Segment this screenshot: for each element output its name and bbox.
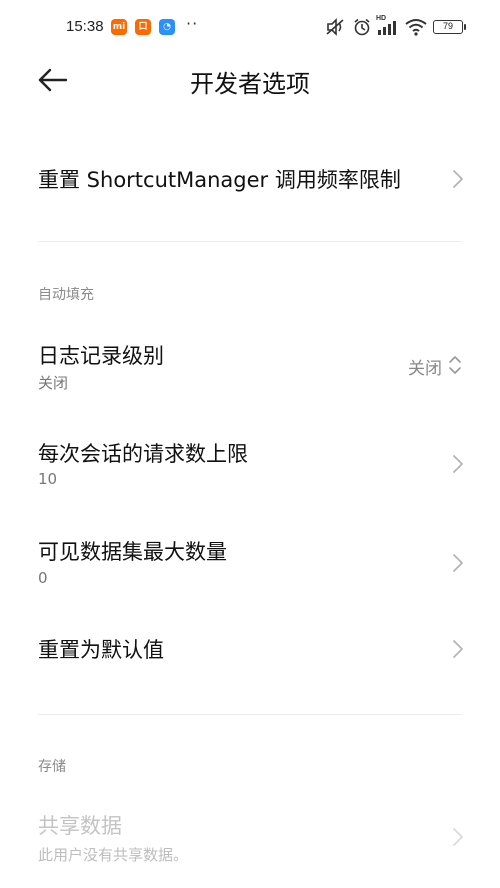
chevron-right-icon (453, 554, 463, 572)
chevron-right-icon (453, 455, 463, 473)
status-time: 15:38 (66, 18, 104, 35)
shared-data-row: 共享数据 此用户没有共享数据。 (0, 804, 500, 870)
chat-app-icon: ◔ (159, 19, 175, 35)
notification-app-icon: 口 (135, 19, 151, 35)
battery-indicator: 79 (433, 20, 466, 34)
max-datasets-title: 可见数据集最大数量 (38, 540, 227, 564)
reset-default-row[interactable]: 重置为默认值 (0, 620, 500, 680)
max-datasets-subtitle: 0 (38, 569, 48, 587)
log-level-title: 日志记录级别 (38, 344, 164, 368)
divider (38, 714, 462, 715)
more-notifications-icon: ·· (186, 14, 199, 33)
chevron-right-icon (453, 828, 463, 846)
page-title: 开发者选项 (190, 70, 310, 98)
reset-shortcut-manager-title: 重置 ShortcutManager 调用频率限制 (38, 168, 401, 192)
shared-data-title: 共享数据 (38, 814, 122, 838)
log-level-row[interactable]: 日志记录级别 关闭 关闭 (0, 330, 500, 396)
log-level-subtitle: 关闭 (38, 374, 69, 392)
wifi-icon (405, 19, 427, 36)
alarm-icon (354, 18, 370, 36)
reset-default-title: 重置为默认值 (38, 638, 164, 662)
signal-icon (378, 21, 396, 35)
mi-app-icon: mi (111, 19, 127, 35)
section-label-storage: 存储 (38, 759, 66, 775)
chevron-right-icon (453, 170, 463, 188)
divider (38, 241, 462, 242)
mute-icon (326, 18, 344, 36)
max-datasets-row[interactable]: 可见数据集最大数量 0 (0, 530, 500, 596)
max-requests-row[interactable]: 每次会话的请求数上限 10 (0, 430, 500, 496)
app-header: 开发者选项 (0, 56, 500, 104)
section-label-autofill: 自动填充 (38, 287, 94, 303)
max-requests-subtitle: 10 (38, 470, 58, 488)
status-bar: 15:38 mi 口 ◔ ·· HD 79 (0, 0, 500, 56)
chevron-up-down-icon (449, 356, 461, 374)
shared-data-subtitle: 此用户没有共享数据。 (38, 846, 189, 864)
chevron-right-icon (453, 640, 463, 658)
log-level-value[interactable]: 关闭 (408, 354, 442, 379)
reset-shortcut-manager-row[interactable]: 重置 ShortcutManager 调用频率限制 (0, 150, 500, 210)
max-requests-title: 每次会话的请求数上限 (38, 442, 248, 466)
